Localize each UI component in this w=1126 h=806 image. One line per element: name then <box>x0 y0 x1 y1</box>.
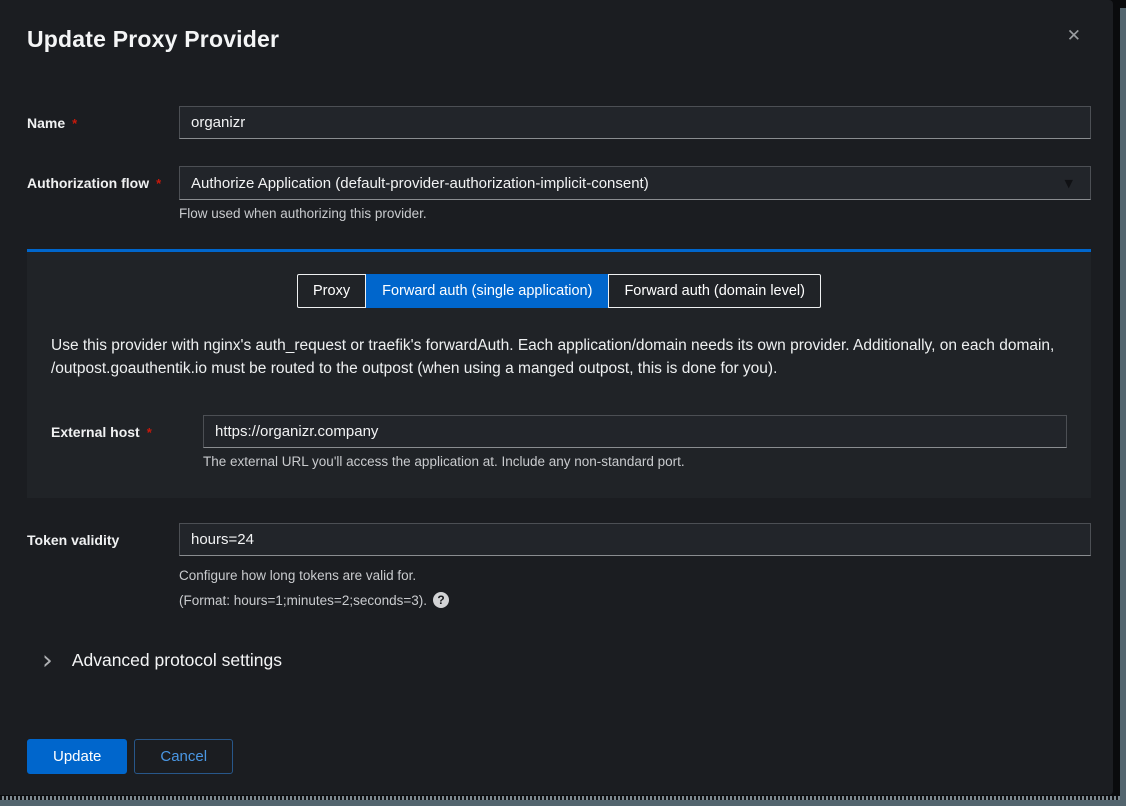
authorization-flow-selected-value: Authorize Application (default-provider-… <box>191 175 649 192</box>
modal-header: Update Proxy Provider ✕ <box>0 0 1113 53</box>
advanced-protocol-settings-expander[interactable]: › Advanced protocol settings <box>27 650 1091 671</box>
form-row-name: Name* <box>27 106 1091 139</box>
proxy-mode-card: Proxy Forward auth (single application) … <box>27 249 1091 498</box>
advanced-protocol-settings-label: Advanced protocol settings <box>72 650 282 671</box>
close-icon[interactable]: ✕ <box>1067 28 1081 45</box>
help-icon[interactable]: ? <box>433 592 449 608</box>
tab-forward-auth-domain-level[interactable]: Forward auth (domain level) <box>608 274 821 308</box>
proxy-mode-toggle-group: Proxy Forward auth (single application) … <box>51 274 1067 308</box>
cancel-button[interactable]: Cancel <box>134 739 233 774</box>
page-background-edge-bottom <box>0 800 1126 806</box>
external-host-label: External host* <box>51 415 203 440</box>
form-row-token-validity: Token validity Configure how long tokens… <box>27 523 1091 608</box>
required-indicator: * <box>156 176 161 191</box>
token-validity-format-help: (Format: hours=1;minutes=2;seconds=3). ? <box>179 592 1091 608</box>
authorization-flow-help-text: Flow used when authorizing this provider… <box>179 206 1091 222</box>
form-row-authorization-flow: Authorization flow* Authorize Applicatio… <box>27 166 1091 222</box>
token-validity-field[interactable] <box>179 523 1091 556</box>
authorization-flow-select[interactable]: Authorize Application (default-provider-… <box>179 166 1091 200</box>
page-title: Update Proxy Provider <box>27 26 1091 53</box>
external-host-help-text: The external URL you'll access the appli… <box>203 454 1067 470</box>
page-background-edge-right <box>1120 8 1126 806</box>
chevron-right-icon: › <box>42 651 53 671</box>
tab-proxy[interactable]: Proxy <box>297 274 366 308</box>
token-validity-help-text: Configure how long tokens are valid for. <box>179 568 1091 584</box>
tab-forward-auth-single-application[interactable]: Forward auth (single application) <box>366 274 608 308</box>
modal-bottom-dotted-edge <box>0 796 1120 800</box>
external-host-field[interactable] <box>203 415 1067 448</box>
form-row-external-host: External host* The external URL you'll a… <box>51 415 1067 470</box>
chevron-down-icon: ▼ <box>1065 177 1073 190</box>
name-label: Name* <box>27 106 179 131</box>
authorization-flow-label: Authorization flow* <box>27 166 179 191</box>
required-indicator: * <box>147 425 152 440</box>
token-validity-label: Token validity <box>27 523 179 548</box>
required-indicator: * <box>72 116 77 131</box>
mode-description: Use this provider with nginx's auth_requ… <box>51 334 1067 380</box>
name-field[interactable] <box>179 106 1091 139</box>
modal-body: Name* Authorization flow* Authorize Appl… <box>0 106 1113 774</box>
modal-footer: Update Cancel <box>27 739 1091 774</box>
page-background: Update Proxy Provider ✕ Name* Authorizat… <box>0 0 1126 806</box>
update-button[interactable]: Update <box>27 739 127 774</box>
update-proxy-provider-modal: Update Proxy Provider ✕ Name* Authorizat… <box>0 0 1113 795</box>
